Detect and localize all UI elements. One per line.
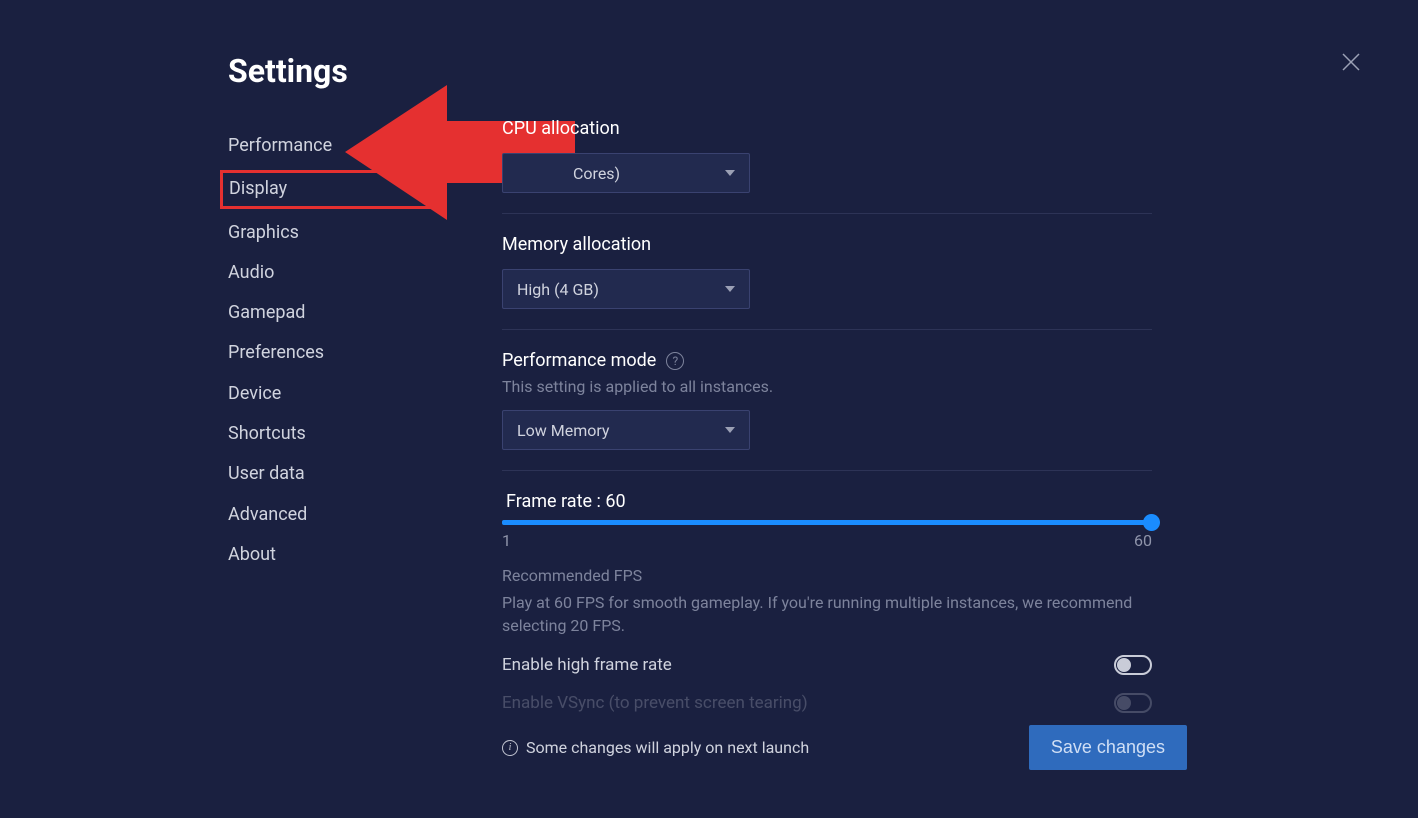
sidebar-item-audio[interactable]: Audio xyxy=(228,253,428,293)
cpu-select[interactable]: Cores) xyxy=(502,153,750,193)
chevron-down-icon xyxy=(725,170,735,176)
perfmode-select-value: Low Memory xyxy=(517,421,609,440)
framerate-max: 60 xyxy=(1134,531,1152,550)
framerate-min: 1 xyxy=(502,531,511,550)
info-icon: i xyxy=(502,740,518,756)
sidebar-item-performance[interactable]: Performance xyxy=(228,126,428,166)
sidebar-item-user-data[interactable]: User data xyxy=(228,454,428,494)
cpu-select-value: Cores) xyxy=(573,164,620,183)
perfmode-section: Performance mode ? This setting is appli… xyxy=(502,350,1152,471)
chevron-down-icon xyxy=(725,286,735,292)
memory-label: Memory allocation xyxy=(502,234,1152,255)
sidebar-item-graphics[interactable]: Graphics xyxy=(228,213,428,253)
vsync-row: Enable VSync (to prevent screen tearing) xyxy=(502,693,1152,713)
sidebar-item-preferences[interactable]: Preferences xyxy=(228,333,428,373)
perfmode-sub: This setting is applied to all instances… xyxy=(502,377,1152,396)
sidebar-item-about[interactable]: About xyxy=(228,535,428,575)
high-fps-row: Enable high frame rate xyxy=(502,655,1152,675)
sidebar: Performance Display Graphics Audio Gamep… xyxy=(228,126,428,575)
cpu-label: CPU allocation xyxy=(502,118,1152,139)
sidebar-item-display[interactable]: Display xyxy=(220,170,436,208)
high-fps-label: Enable high frame rate xyxy=(502,655,672,675)
memory-select-value: High (4 GB) xyxy=(517,280,599,299)
slider-thumb[interactable] xyxy=(1143,514,1160,531)
help-icon[interactable]: ? xyxy=(666,352,684,370)
close-icon[interactable] xyxy=(1339,50,1363,74)
chevron-down-icon xyxy=(725,427,735,433)
vsync-label: Enable VSync (to prevent screen tearing) xyxy=(502,693,808,713)
vsync-toggle[interactable] xyxy=(1114,693,1152,713)
sidebar-item-gamepad[interactable]: Gamepad xyxy=(228,293,428,333)
page-title: Settings xyxy=(228,52,348,90)
framerate-section: Frame rate : 60 1 60 Recommended FPS Pla… xyxy=(502,491,1152,733)
recommended-title: Recommended FPS xyxy=(502,566,1152,585)
perfmode-select[interactable]: Low Memory xyxy=(502,410,750,450)
framerate-slider[interactable] xyxy=(502,520,1152,525)
perfmode-label: Performance mode ? xyxy=(502,350,1152,371)
cpu-section: CPU allocation Cores) xyxy=(502,118,1152,214)
high-fps-toggle[interactable] xyxy=(1114,655,1152,675)
recommended-body: Play at 60 FPS for smooth gameplay. If y… xyxy=(502,591,1152,637)
sidebar-item-device[interactable]: Device xyxy=(228,374,428,414)
footer-note: i Some changes will apply on next launch xyxy=(502,738,809,757)
memory-select[interactable]: High (4 GB) xyxy=(502,269,750,309)
sidebar-item-shortcuts[interactable]: Shortcuts xyxy=(228,414,428,454)
framerate-label: Frame rate : 60 xyxy=(502,491,1152,512)
save-button[interactable]: Save changes xyxy=(1029,725,1187,770)
memory-section: Memory allocation High (4 GB) xyxy=(502,234,1152,330)
sidebar-item-advanced[interactable]: Advanced xyxy=(228,495,428,535)
